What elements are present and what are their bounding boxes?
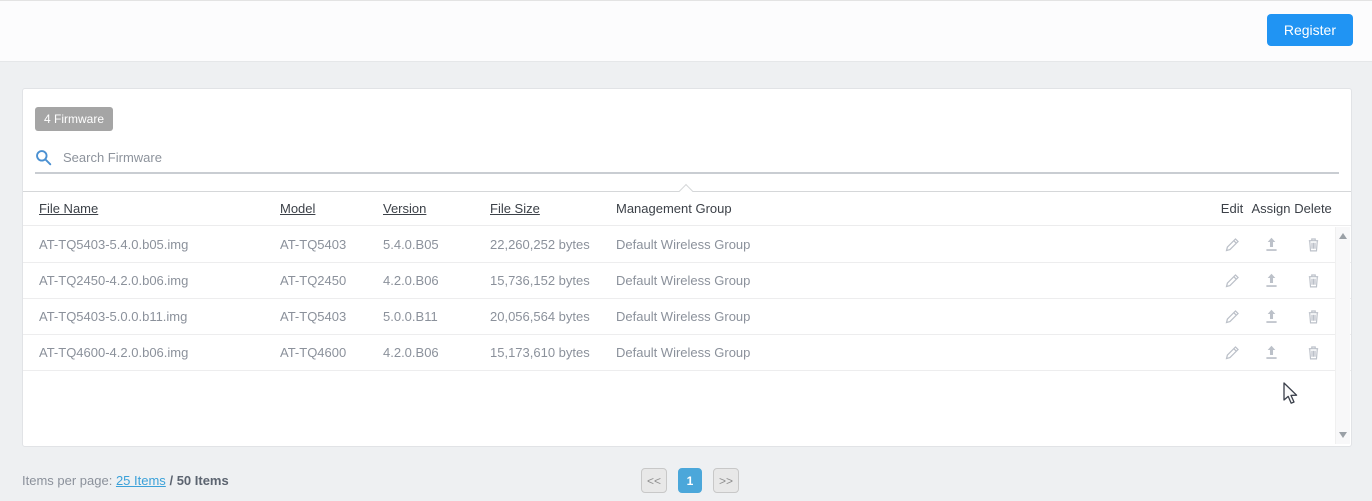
column-header-version[interactable]: Version [383,201,490,216]
table-header-row: File Name Model Version File Size Manage… [23,183,1351,226]
scroll-up-arrow-icon[interactable] [1339,233,1347,239]
current-page-button[interactable]: 1 [678,468,703,493]
cell-version: 5.4.0.B05 [383,237,439,252]
cell-file-size: 20,056,564 bytes [490,309,590,324]
search-icon [36,150,52,166]
file-name-sort-link[interactable]: File Name [39,201,98,216]
column-header-management-group: Management Group [616,201,732,216]
upload-icon[interactable] [1263,308,1280,325]
cell-model: AT-TQ5403 [280,309,347,324]
cell-model: AT-TQ4600 [280,345,347,360]
cell-file-size: 15,736,152 bytes [490,273,590,288]
cell-version: 4.2.0.B06 [383,345,439,360]
cell-file-size: 22,260,252 bytes [490,237,590,252]
cell-version: 5.0.0.B11 [383,309,438,324]
pencil-icon[interactable] [1224,308,1241,325]
pencil-icon[interactable] [1224,272,1241,289]
search-input[interactable] [61,149,1339,166]
table-row: AT-TQ5403-5.0.0.b11.img AT-TQ5403 5.0.0.… [23,299,1351,335]
column-header-delete: Delete [1294,201,1332,216]
cell-management-group: Default Wireless Group [616,237,751,252]
upload-icon[interactable] [1263,344,1280,361]
firmware-panel: 4 Firmware File Name Model Version File … [22,88,1352,447]
pencil-icon[interactable] [1224,344,1241,361]
cell-model: AT-TQ5403 [280,237,347,252]
trash-icon[interactable] [1305,344,1322,361]
file-size-sort-link[interactable]: File Size [490,201,540,216]
footer-separator: / [169,473,174,488]
total-items-label: 50 Items [176,473,229,488]
pagination: << 1 >> [641,468,740,493]
upload-icon[interactable] [1263,236,1280,253]
column-header-assign: Assign [1251,201,1291,216]
items-per-page-label: Items per page: [22,473,113,488]
table-row: AT-TQ2450-4.2.0.b06.img AT-TQ2450 4.2.0.… [23,263,1351,299]
table-body: AT-TQ5403-5.4.0.b05.img AT-TQ5403 5.4.0.… [23,227,1351,371]
cell-version: 4.2.0.B06 [383,273,439,288]
firmware-count-badge: 4 Firmware [35,107,114,131]
register-button[interactable]: Register [1266,14,1353,46]
column-header-model[interactable]: Model [280,201,383,216]
upload-icon[interactable] [1263,272,1280,289]
top-toolbar: Register [0,0,1372,62]
trash-icon[interactable] [1305,272,1322,289]
cell-management-group: Default Wireless Group [616,273,751,288]
items-per-page: Items per page: 25 Items / 50 Items [22,473,229,488]
table-row: AT-TQ5403-5.4.0.b05.img AT-TQ5403 5.4.0.… [23,227,1351,263]
vertical-scrollbar[interactable] [1335,227,1350,444]
trash-icon[interactable] [1305,308,1322,325]
cell-file-name: AT-TQ5403-5.4.0.b05.img [39,237,189,252]
column-header-file-size[interactable]: File Size [490,201,616,216]
version-sort-link[interactable]: Version [383,201,426,216]
prev-page-button[interactable]: << [641,468,668,493]
cell-file-size: 15,173,610 bytes [490,345,590,360]
table-row: AT-TQ4600-4.2.0.b06.img AT-TQ4600 4.2.0.… [23,335,1351,371]
model-sort-link[interactable]: Model [280,201,315,216]
search-bar [35,143,1339,174]
column-header-file-name[interactable]: File Name [23,201,280,216]
cell-file-name: AT-TQ4600-4.2.0.b06.img [39,345,189,360]
header-notch [678,183,694,199]
cell-model: AT-TQ2450 [280,273,347,288]
pencil-icon[interactable] [1224,236,1241,253]
cell-file-name: AT-TQ2450-4.2.0.b06.img [39,273,189,288]
next-page-button[interactable]: >> [713,468,740,493]
trash-icon[interactable] [1305,236,1322,253]
cell-management-group: Default Wireless Group [616,309,751,324]
cell-management-group: Default Wireless Group [616,345,751,360]
cell-file-name: AT-TQ5403-5.0.0.b11.img [39,309,188,324]
scroll-down-arrow-icon[interactable] [1339,432,1347,438]
page-size-link[interactable]: 25 Items [116,473,166,488]
column-header-edit: Edit [1220,201,1244,216]
